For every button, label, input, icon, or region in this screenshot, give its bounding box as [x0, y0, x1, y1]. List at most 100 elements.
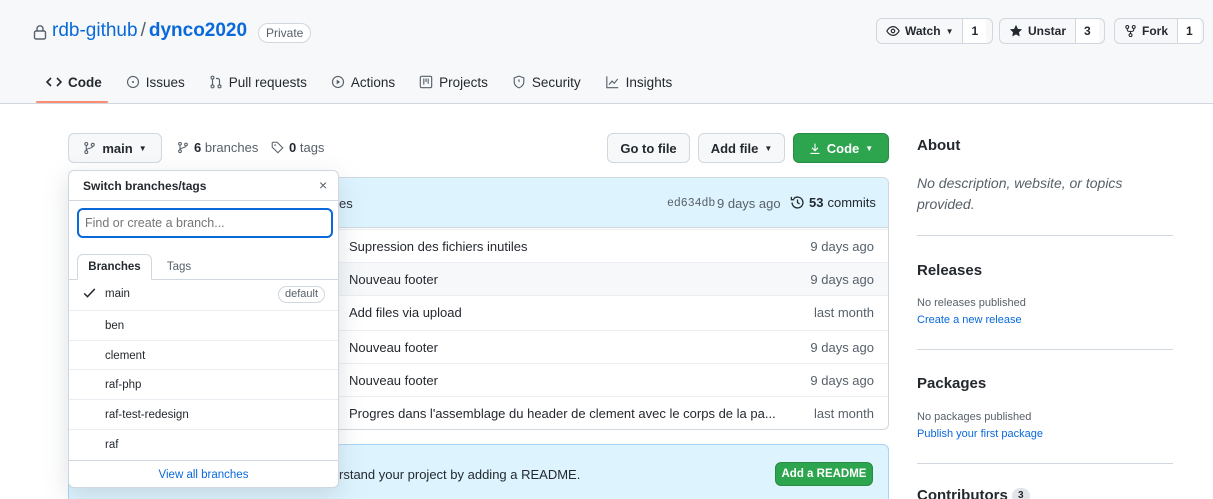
releases-heading[interactable]: Releases — [917, 262, 982, 279]
visibility-badge: Private — [258, 23, 312, 43]
commit-sha[interactable]: ed634db — [667, 197, 715, 210]
watch-button[interactable]: Watch ▼ 1 — [876, 18, 993, 44]
current-branch-label: main — [102, 140, 133, 156]
tab-tags[interactable]: Tags — [154, 254, 204, 280]
branch-select-button[interactable]: main ▼ — [68, 133, 162, 163]
close-icon[interactable]: × — [319, 178, 327, 192]
project-icon — [419, 75, 433, 89]
file-commit-message[interactable]: Nouveau footer — [349, 272, 438, 287]
commit-age: 9 days ago — [717, 196, 781, 211]
packages-heading[interactable]: Packages — [917, 375, 986, 392]
repo-owner-link[interactable]: rdb-github — [52, 20, 138, 41]
branch-name: ben — [105, 320, 125, 332]
commits-link[interactable]: 53 commits — [790, 195, 876, 210]
tab-branches[interactable]: Branches — [77, 254, 152, 280]
fork-button[interactable]: Fork 1 — [1114, 18, 1204, 44]
graph-icon — [605, 76, 618, 89]
history-icon — [790, 196, 804, 209]
file-commit-message[interactable]: Nouveau footer — [349, 340, 438, 355]
branch-name: main — [105, 288, 130, 300]
divider — [69, 200, 338, 201]
issue-icon — [126, 75, 139, 89]
chevron-down-icon: ▼ — [764, 143, 773, 153]
file-commit-age: 9 days ago — [810, 239, 874, 254]
branches-link[interactable]: 6 branches — [177, 140, 258, 155]
tags-link[interactable]: 0 tags — [271, 140, 324, 155]
tab-insights[interactable]: Insights — [593, 72, 685, 92]
eye-icon — [886, 26, 900, 36]
branch-name: clement — [105, 350, 146, 362]
unstar-label: Unstar — [1028, 24, 1067, 38]
file-commit-age: 9 days ago — [810, 272, 874, 287]
tab-pull-requests-label: Pull requests — [228, 74, 307, 90]
watch-count[interactable]: 1 — [962, 19, 987, 43]
repo-name-link[interactable]: dynco2020 — [149, 20, 247, 41]
tab-security[interactable]: Security — [500, 72, 593, 92]
tab-actions[interactable]: Actions — [319, 72, 407, 92]
branch-icon — [178, 141, 188, 154]
dropdown-title: Switch branches/tags — [83, 179, 207, 193]
add-file-label: Add file — [710, 140, 759, 156]
contributors-heading[interactable]: Contributors 3 — [917, 487, 1030, 499]
fork-icon — [1125, 24, 1136, 38]
branches-count: 6 — [194, 140, 202, 155]
pull-request-icon — [210, 75, 222, 89]
file-commit-message[interactable]: Nouveau footer — [349, 373, 438, 388]
file-commit-message[interactable]: Add files via upload — [349, 305, 462, 320]
branch-name: raf — [105, 439, 119, 451]
contributors-label: Contributors — [917, 487, 1008, 499]
repo-nav-tabs: Code Issues Pull requests Actions Projec… — [34, 72, 684, 92]
branch-item-main[interactable]: main default — [69, 279, 338, 310]
star-icon — [1009, 24, 1023, 37]
file-commit-message[interactable]: Supression des fichiers inutiles — [349, 239, 527, 254]
tags-count: 0 — [289, 140, 297, 155]
tab-projects[interactable]: Projects — [407, 72, 500, 92]
branch-name: raf-php — [105, 379, 142, 391]
create-release-link[interactable]: Create a new release — [917, 314, 1022, 326]
lock-icon — [33, 25, 47, 40]
divider — [917, 235, 1173, 236]
check-icon — [83, 288, 96, 298]
branch-item-raf-test-redesign[interactable]: raf-test-redesign — [69, 399, 338, 430]
watch-label: Watch — [905, 24, 941, 38]
shield-icon — [513, 75, 525, 89]
branch-search-input[interactable] — [77, 208, 333, 238]
publish-package-link[interactable]: Publish your first package — [917, 428, 1043, 440]
branch-item-raf[interactable]: raf — [69, 429, 338, 460]
tab-insights-label: Insights — [625, 74, 673, 90]
commit-message-partial[interactable]: es — [339, 196, 353, 211]
tab-pull-requests[interactable]: Pull requests — [197, 72, 319, 92]
contributors-count: 3 — [1011, 488, 1030, 499]
readme-prompt-text: rstand your project by adding a README. — [339, 467, 581, 482]
file-commit-message[interactable]: Progres dans l'assemblage du header de c… — [349, 406, 776, 421]
branch-item-clement[interactable]: clement — [69, 340, 338, 371]
add-readme-button[interactable]: Add a README — [775, 462, 873, 486]
repo-title: rdb-github / dynco2020 — [52, 20, 247, 42]
branch-item-ben[interactable]: ben — [69, 310, 338, 341]
default-badge: default — [277, 286, 325, 303]
play-icon — [331, 75, 344, 89]
about-description: No description, website, or topics provi… — [917, 175, 1123, 212]
tab-code-label: Code — [68, 74, 102, 90]
file-commit-age: 9 days ago — [810, 340, 874, 355]
divider — [917, 349, 1173, 350]
code-button[interactable]: Code ▼ — [793, 133, 889, 163]
branch-item-raf-php[interactable]: raf-php — [69, 369, 338, 400]
add-file-button[interactable]: Add file ▼ — [698, 133, 785, 163]
commits-count: 53 — [809, 195, 824, 210]
star-count[interactable]: 3 — [1075, 19, 1099, 43]
unstar-button[interactable]: Unstar 3 — [999, 18, 1105, 44]
tab-security-label: Security — [531, 74, 581, 90]
go-to-file-button[interactable]: Go to file — [607, 133, 690, 163]
tab-actions-label: Actions — [350, 74, 396, 90]
tab-code[interactable]: Code — [34, 72, 114, 92]
releases-text: No releases published — [917, 297, 1026, 309]
chevron-down-icon: ▼ — [138, 143, 147, 153]
download-icon — [810, 143, 820, 154]
fork-count[interactable]: 1 — [1177, 19, 1201, 43]
branches-label: branches — [204, 140, 259, 155]
tab-issues[interactable]: Issues — [114, 72, 197, 92]
file-commit-age: 9 days ago — [810, 373, 874, 388]
branch-name: raf-test-redesign — [105, 409, 189, 421]
view-all-branches-link[interactable]: View all branches — [69, 460, 338, 487]
